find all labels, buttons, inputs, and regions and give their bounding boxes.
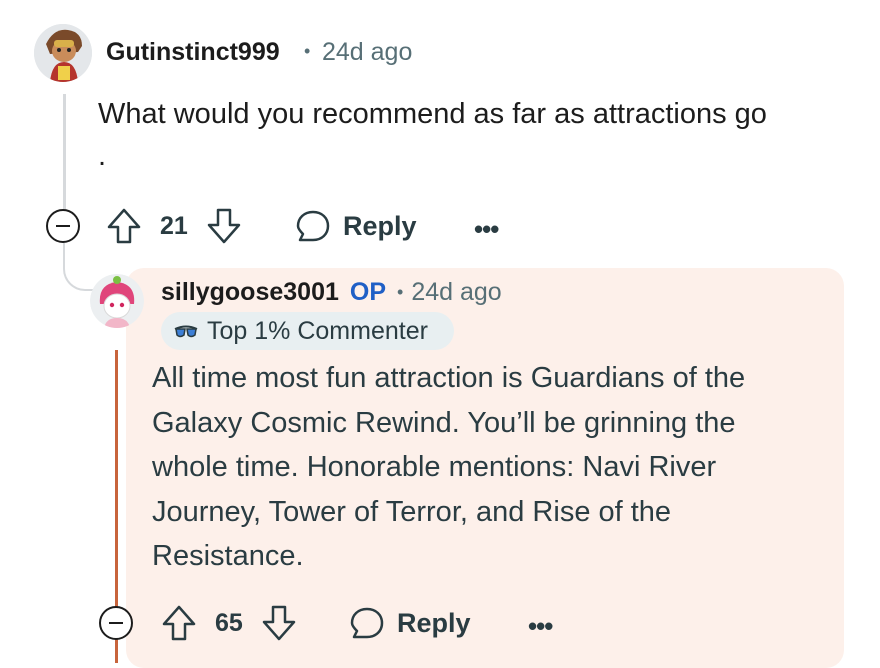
upvote-count: 21 (160, 211, 188, 240)
more-options-button[interactable]: ••• (474, 214, 499, 245)
speech-bubble-icon (349, 605, 385, 641)
reply-label: Reply (343, 210, 417, 241)
speech-bubble-icon (295, 208, 331, 244)
reply-body-line: All time most fun attraction is Guardian… (152, 362, 746, 394)
comment-body-line: . (98, 140, 107, 172)
downvote-arrow-icon[interactable] (206, 207, 242, 245)
reply-meta: sillygoose3001 OP • 24d ago (161, 278, 502, 307)
comment-body: What would you recommend as far as attra… (98, 97, 858, 173)
reply-body: All time most fun attraction is Guardian… (152, 356, 832, 579)
more-options-button[interactable]: ••• (528, 611, 553, 642)
reply-body-line: Resistance. (152, 540, 304, 572)
avatar[interactable] (34, 24, 92, 82)
collapse-button[interactable] (46, 209, 80, 243)
reply-username[interactable]: sillygoose3001 (161, 278, 339, 307)
thread-line-main (63, 94, 66, 210)
badge-label: Top 1% Commenter (207, 316, 428, 345)
comment-timestamp[interactable]: 24d ago (322, 38, 412, 67)
upvote-arrow-icon[interactable] (161, 604, 197, 642)
collapse-button[interactable] (99, 606, 133, 640)
reply-label: Reply (397, 607, 471, 638)
comment-username[interactable]: Gutinstinct999 (106, 38, 280, 67)
comment-body-line: What would you recommend as far as attra… (98, 98, 767, 130)
downvote-arrow-icon[interactable] (261, 604, 297, 642)
reply-body-line: Galaxy Cosmic Rewind. You’ll be grinning… (152, 406, 736, 439)
meta-separator: • (397, 282, 404, 302)
sunglasses-icon (173, 321, 199, 341)
reply-body-line: whole time. Honorable mentions: Navi Riv… (152, 451, 717, 483)
reply-button[interactable]: Reply (349, 603, 471, 643)
reply-button[interactable]: Reply (295, 206, 417, 246)
reply-timestamp[interactable]: 24d ago (411, 278, 501, 307)
vote-group: 21 (106, 206, 242, 246)
meta-separator: • (304, 41, 311, 61)
upvote-count: 65 (215, 608, 243, 637)
reply-avatar[interactable] (90, 274, 144, 328)
top-commenter-badge[interactable]: Top 1% Commenter (161, 312, 454, 350)
op-badge: OP (349, 278, 387, 306)
reply-body-line: Journey, Tower of Terror, and Rise of th… (152, 495, 672, 528)
upvote-arrow-icon[interactable] (106, 207, 142, 245)
vote-group: 65 (161, 603, 297, 643)
